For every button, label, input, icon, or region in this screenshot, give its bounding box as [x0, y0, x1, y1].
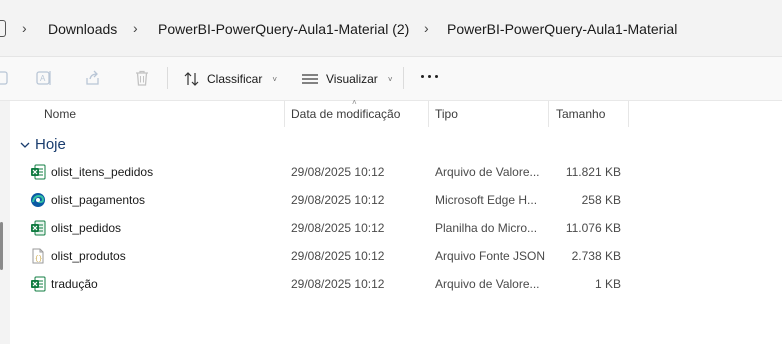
sort-button[interactable]: Classificar ˅ — [184, 68, 277, 90]
file-row[interactable]: tradução 29/08/2025 10:12 Arquivo de Val… — [10, 270, 650, 298]
file-type: Microsoft Edge H... — [435, 193, 538, 207]
breadcrumb-item-downloads[interactable]: Downloads — [48, 21, 117, 37]
divider — [0, 100, 782, 101]
file-name[interactable]: olist_produtos — [51, 249, 126, 263]
file-modified: 29/08/2025 10:12 — [291, 221, 385, 235]
file-name[interactable]: olist_pedidos — [51, 221, 121, 235]
sort-label: Classificar — [207, 72, 263, 86]
more-icon[interactable] — [421, 75, 438, 78]
breadcrumb-item-material[interactable]: PowerBI-PowerQuery-Aula1-Material — [447, 21, 677, 37]
file-size: 1 KB — [594, 277, 621, 291]
sort-indicator-icon: ˄ — [352, 98, 357, 107]
file-modified: 29/08/2025 10:12 — [291, 249, 385, 263]
file-row[interactable]: olist_itens_pedidos 29/08/2025 10:12 Arq… — [10, 158, 650, 186]
file-size: 258 KB — [581, 193, 621, 207]
json-file-icon: {} — [32, 248, 44, 264]
column-separator[interactable] — [284, 101, 285, 127]
scrollbar-thumb[interactable] — [0, 222, 3, 270]
column-header-size[interactable]: Tamanho — [556, 107, 605, 121]
svg-text:{}: {} — [35, 255, 42, 262]
chevron-down-icon: ˅ — [387, 74, 393, 84]
file-modified: 29/08/2025 10:12 — [291, 165, 385, 179]
column-header-modified[interactable]: Data de modificação — [291, 107, 400, 121]
command-bar: A Classificar ˅ Visualizar ˅ — [0, 57, 782, 100]
rename-icon[interactable]: A — [35, 69, 53, 87]
address-bar: › Downloads › PowerBI-PowerQuery-Aula1-M… — [0, 0, 782, 56]
column-header-type[interactable]: Tipo — [435, 107, 458, 121]
file-name[interactable]: olist_itens_pedidos — [51, 165, 153, 179]
group-label: Hoje — [35, 136, 66, 153]
file-row[interactable]: olist_pedidos 29/08/2025 10:12 Planilha … — [10, 214, 650, 242]
toolbar-separator — [403, 67, 404, 89]
view-label: Visualizar — [326, 72, 378, 86]
file-type: Planilha do Micro... — [435, 221, 538, 235]
folder-edge-icon — [0, 20, 6, 37]
file-name[interactable]: tradução — [51, 277, 98, 291]
chevron-right-icon[interactable]: › — [424, 20, 429, 36]
chevron-right-icon[interactable]: › — [22, 20, 27, 36]
file-size: 11.076 KB — [565, 221, 621, 235]
file-name[interactable]: olist_pagamentos — [51, 193, 145, 207]
file-type: Arquivo de Valore... — [435, 277, 540, 291]
excel-csv-icon — [31, 164, 46, 180]
breadcrumb-item-material-2[interactable]: PowerBI-PowerQuery-Aula1-Material (2) — [158, 21, 409, 37]
file-row[interactable]: {} olist_produtos 29/08/2025 10:12 Arqui… — [10, 242, 650, 270]
file-type: Arquivo Fonte JSON — [435, 249, 546, 263]
file-row[interactable]: olist_pagamentos 29/08/2025 10:12 Micros… — [10, 186, 650, 214]
excel-csv-icon — [31, 276, 46, 292]
file-size: 11.821 KB — [565, 165, 621, 179]
column-separator[interactable] — [428, 101, 429, 127]
file-modified: 29/08/2025 10:12 — [291, 193, 385, 207]
group-header-today[interactable]: Hoje — [19, 136, 66, 153]
view-icon — [302, 74, 318, 84]
toolbar-separator — [167, 67, 168, 89]
chevron-down-icon: ˅ — [272, 74, 278, 84]
svg-text:A: A — [40, 74, 46, 83]
file-modified: 29/08/2025 10:12 — [291, 277, 385, 291]
chevron-right-icon[interactable]: › — [133, 20, 138, 36]
chevron-down-icon[interactable] — [19, 139, 31, 151]
file-type: Arquivo de Valore... — [435, 165, 540, 179]
column-header-name[interactable]: Nome — [44, 107, 76, 121]
column-separator[interactable] — [628, 101, 629, 127]
file-size: 2.738 KB — [571, 249, 621, 263]
share-icon[interactable] — [84, 69, 102, 87]
new-icon[interactable] — [0, 69, 10, 87]
sort-icon — [184, 72, 199, 86]
view-button[interactable]: Visualizar ˅ — [301, 68, 392, 90]
excel-xlsx-icon — [31, 220, 46, 236]
column-separator[interactable] — [548, 101, 549, 127]
delete-icon[interactable] — [133, 69, 151, 87]
edge-html-icon — [31, 193, 45, 207]
